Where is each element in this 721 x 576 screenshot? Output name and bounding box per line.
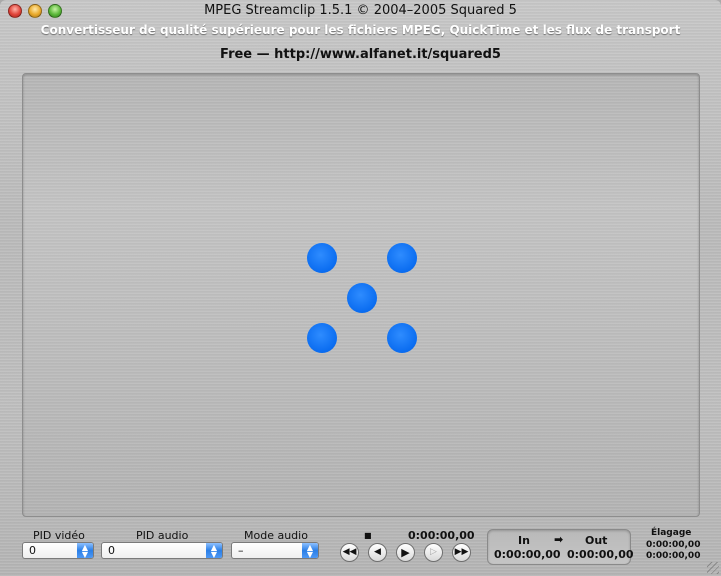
trim-label: Élagage bbox=[651, 528, 692, 538]
logo-dot-bottom-left-icon bbox=[307, 323, 337, 353]
in-out-panel: In ➡ Out 0:00:00,00 0:00:00,00 bbox=[487, 529, 634, 565]
audio-mode-select[interactable]: – ▲ ▼ bbox=[231, 542, 319, 559]
free-link-text: Free — http://www.alfanet.it/squared5 bbox=[220, 47, 501, 62]
chevron-updown-icon: ▲ ▼ bbox=[206, 543, 222, 559]
logo-dot-center-icon bbox=[347, 283, 377, 313]
trim-time-2: 0:00:00,00 bbox=[646, 551, 701, 561]
window-title: MPEG Streamclip 1.5.1 © 2004–2005 Square… bbox=[204, 3, 517, 18]
logo-dot-bottom-right-icon bbox=[387, 323, 417, 353]
resize-grip-icon[interactable] bbox=[707, 562, 719, 574]
pid-audio-select[interactable]: 0 ▲ ▼ bbox=[101, 542, 223, 559]
pid-video-select[interactable]: 0 ▲ ▼ bbox=[22, 542, 94, 559]
out-time[interactable]: 0:00:00,00 bbox=[567, 548, 634, 561]
current-time: 0:00:00,00 bbox=[408, 529, 475, 542]
out-label: Out bbox=[585, 534, 608, 547]
title-bar: MPEG Streamclip 1.5.1 © 2004–2005 Square… bbox=[0, 0, 721, 22]
video-viewer[interactable] bbox=[22, 73, 700, 517]
stop-marker-icon: ■ bbox=[364, 531, 372, 540]
arrow-right-icon: ➡ bbox=[554, 533, 564, 546]
in-time[interactable]: 0:00:00,00 bbox=[494, 548, 561, 561]
trim-time-1: 0:00:00,00 bbox=[646, 540, 701, 550]
rewind-button[interactable]: ◀◀ bbox=[340, 543, 359, 562]
pid-audio-value: 0 bbox=[108, 544, 115, 557]
play-button[interactable]: ▶ bbox=[396, 543, 415, 562]
fast-forward-button[interactable]: ▶▶ bbox=[452, 543, 471, 562]
pid-video-value: 0 bbox=[29, 544, 36, 557]
chevron-updown-icon: ▲ ▼ bbox=[77, 543, 93, 559]
in-label: In bbox=[518, 534, 530, 547]
subtitle: Convertisseur de qualité supérieure pour… bbox=[40, 23, 681, 37]
chevron-updown-icon: ▲ ▼ bbox=[302, 543, 318, 559]
logo-dot-top-right-icon bbox=[387, 243, 417, 273]
audio-mode-value: – bbox=[238, 544, 244, 557]
pid-video-label: PID vidéo bbox=[33, 529, 85, 542]
pid-audio-label: PID audio bbox=[136, 529, 189, 542]
app-window: MPEG Streamclip 1.5.1 © 2004–2005 Square… bbox=[0, 0, 721, 576]
step-forward-button[interactable]: ▷ bbox=[424, 543, 443, 562]
audio-mode-label: Mode audio bbox=[244, 529, 308, 542]
step-back-button[interactable]: ◀ bbox=[368, 543, 387, 562]
logo-dot-top-left-icon bbox=[307, 243, 337, 273]
